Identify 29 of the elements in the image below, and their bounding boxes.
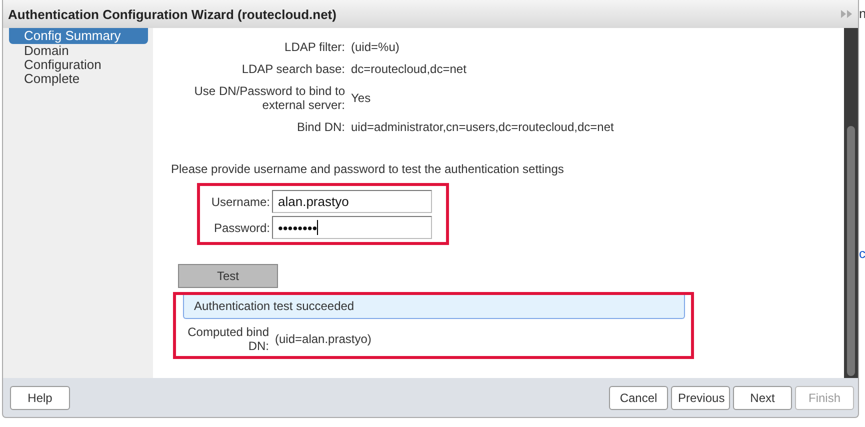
field-label: Bind DN: <box>296 120 345 134</box>
field-value: (uid=alan.prastyo) <box>275 332 372 346</box>
scrollbar-thumb[interactable] <box>847 126 855 376</box>
field-label: Use DN/Password to bind to external server: <box>193 84 345 112</box>
footer-button[interactable]: Cancel <box>609 386 668 410</box>
test-button[interactable]: Test <box>178 264 278 288</box>
password-field[interactable]: •••••••• <box>272 216 432 239</box>
field-label: Username: <box>210 194 270 208</box>
field-label: Password: <box>212 220 270 234</box>
field-value: uid=administrator,cn=users,dc=routecloud,dc=net <box>351 120 615 134</box>
collapse-icon[interactable] <box>841 10 852 18</box>
username-field[interactable]: alan.prastyo <box>272 190 432 213</box>
instruction-text: Please provide username and password to test the authentication settings <box>171 162 565 176</box>
footer-button[interactable]: Next <box>733 386 792 410</box>
wizard-step[interactable]: Domain Configuration <box>9 44 124 72</box>
field-value: dc=routecloud,dc=net <box>351 62 468 76</box>
wizard-step[interactable]: Config Summary <box>9 28 148 44</box>
wizard-step[interactable]: Complete <box>9 72 124 86</box>
field-label: LDAP filter: <box>284 40 345 54</box>
field-label: LDAP search base: <box>240 62 345 76</box>
background-text: c <box>859 246 865 261</box>
field-value: Yes <box>351 91 372 105</box>
window-title: Authentication Configuration Wizard (routecloud.net) <box>8 6 336 22</box>
scrollbar[interactable] <box>844 28 858 378</box>
field-value: (uid=%u) <box>351 40 400 54</box>
footer-button[interactable]: Previous <box>671 386 730 410</box>
success-message: Authentication test succeeded <box>183 295 685 319</box>
footer-button[interactable]: Help <box>10 386 70 410</box>
field-label: Computed bind DN: <box>186 325 269 353</box>
